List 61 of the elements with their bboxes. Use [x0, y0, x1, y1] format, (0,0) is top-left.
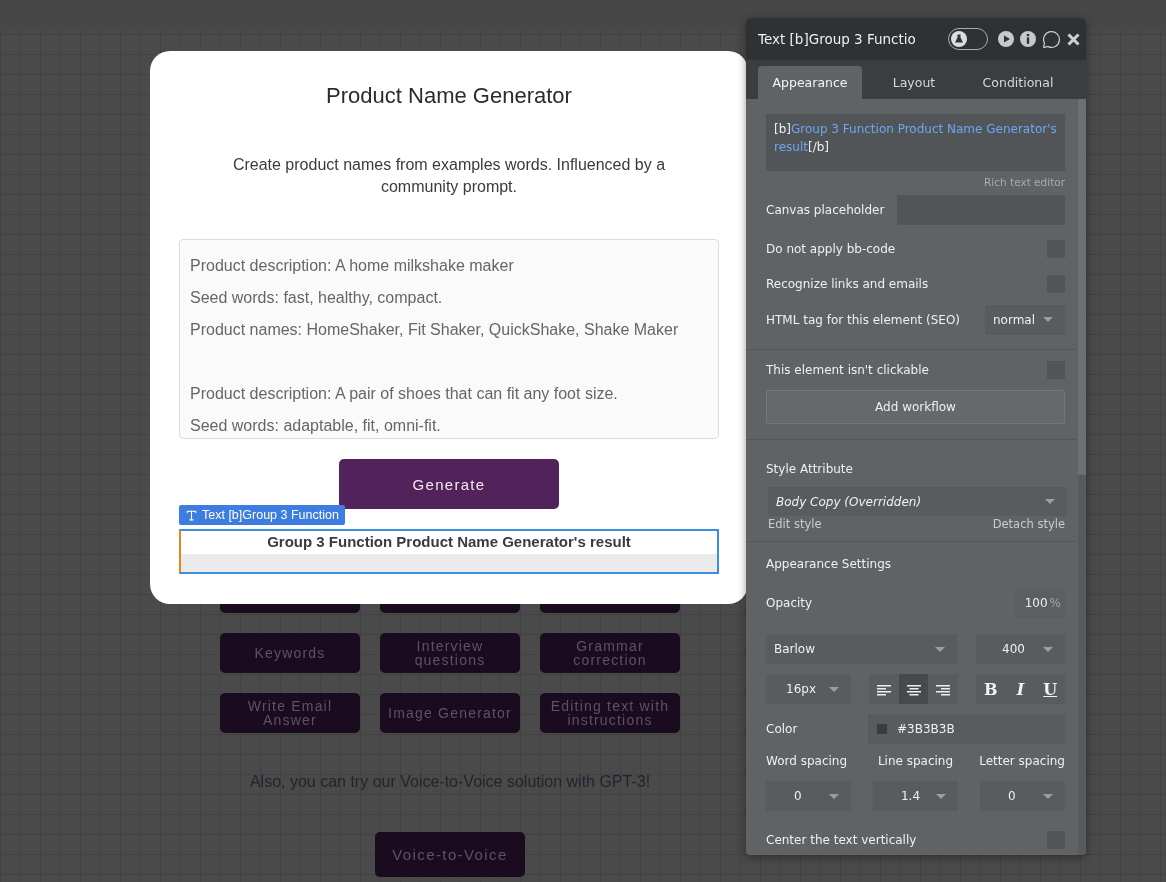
play-icon[interactable]: [998, 31, 1014, 47]
checkbox-label: Center the text vertically: [766, 833, 917, 847]
html-tag-select[interactable]: normal: [985, 304, 1065, 335]
panel-tab[interactable]: Conditional: [966, 66, 1070, 99]
scrollbar[interactable]: [1078, 99, 1086, 855]
section-label: Style Attribute: [766, 462, 853, 477]
editor-hint: Rich text editor: [983, 174, 1065, 189]
modal-title: Product Name Generator: [326, 82, 572, 110]
panel-tab[interactable]: Appearance: [758, 66, 862, 99]
comment-icon[interactable]: [1042, 29, 1061, 49]
field-label: Word spacing: [766, 754, 848, 768]
add-workflow-button[interactable]: Add workflow: [766, 390, 1065, 425]
spacing-select[interactable]: 1.4: [873, 781, 958, 811]
align-button[interactable]: [898, 674, 929, 704]
font-family-select[interactable]: Barlow: [766, 634, 957, 664]
checkbox-label: Do not apply bb-code: [766, 242, 896, 257]
spacing-select[interactable]: 0: [766, 781, 851, 811]
text-icon: [185, 508, 198, 522]
field-label: Opacity: [766, 596, 813, 610]
dropdown-caret-icon: [1043, 646, 1053, 652]
result-text[interactable]: Group 3 Function Product Name Generator's result: [179, 529, 719, 574]
edit-style-link[interactable]: Edit style: [768, 517, 822, 532]
field-label: Color: [766, 722, 798, 736]
rich-text-editor[interactable]: [b]Group 3 Function Product Name Generator's result[/b]: [766, 114, 1065, 171]
flask-icon: [951, 31, 967, 47]
dropdown-caret-icon: [1043, 317, 1053, 323]
bold-button[interactable]: B: [976, 674, 1006, 704]
dropdown-caret-icon: [1043, 793, 1053, 799]
color-swatch: [877, 724, 887, 734]
modal-description: Create product names from examples words. Influenced by a community prompt.: [231, 155, 667, 197]
dropdown-caret-icon: [829, 686, 839, 692]
detach-style-link[interactable]: Detach style: [992, 517, 1065, 532]
panel-title: Text [b]Group 3 Functio: [758, 31, 917, 47]
style-select[interactable]: Body Copy (Overridden): [768, 487, 1067, 517]
align-center-icon: [906, 682, 921, 696]
field-label: Line spacing: [877, 754, 954, 768]
checkbox-label: This element isn't clickable: [766, 363, 929, 378]
field-label: Letter spacing: [979, 754, 1065, 768]
font-weight-select[interactable]: 400: [976, 634, 1065, 664]
align-right-icon: [936, 682, 951, 696]
field-label: Canvas placeholder: [766, 202, 885, 217]
close-icon[interactable]: [1067, 32, 1080, 46]
dropdown-caret-icon: [829, 793, 839, 799]
generate-button[interactable]: Generate: [339, 459, 559, 509]
panel-tab[interactable]: Layout: [862, 66, 966, 99]
dropdown-caret-icon: [1045, 499, 1055, 505]
underline-button[interactable]: U: [1035, 674, 1065, 704]
opacity-field[interactable]: 100 %: [1015, 588, 1065, 618]
dropdown-caret-icon: [936, 793, 946, 799]
info-icon[interactable]: [1020, 31, 1036, 47]
dropdown-caret-icon: [935, 646, 945, 652]
field-label: HTML tag for this element (SEO): [766, 312, 961, 327]
prompt-field[interactable]: Product description: A home milkshake maker Seed words: fast, healthy, compact. Product names: HomeShaker, Fit Shaker, QuickShake, Shake Maker Product description: A pair of shoes that can fit any foot size. Seed words: adaptable, fit, omni-fit.: [179, 239, 719, 439]
section-label: Appearance Settings: [766, 557, 892, 571]
align-left-icon: [876, 682, 891, 696]
font-size-select[interactable]: 16px: [766, 674, 851, 704]
color-field[interactable]: #3B3B3B: [868, 714, 1065, 744]
badge-label: Text [b]Group 3 Function: [202, 508, 339, 522]
italic-button[interactable]: I: [1005, 674, 1036, 704]
spacing-select[interactable]: 0: [980, 781, 1065, 811]
checkbox-label: Recognize links and emails: [766, 277, 929, 292]
